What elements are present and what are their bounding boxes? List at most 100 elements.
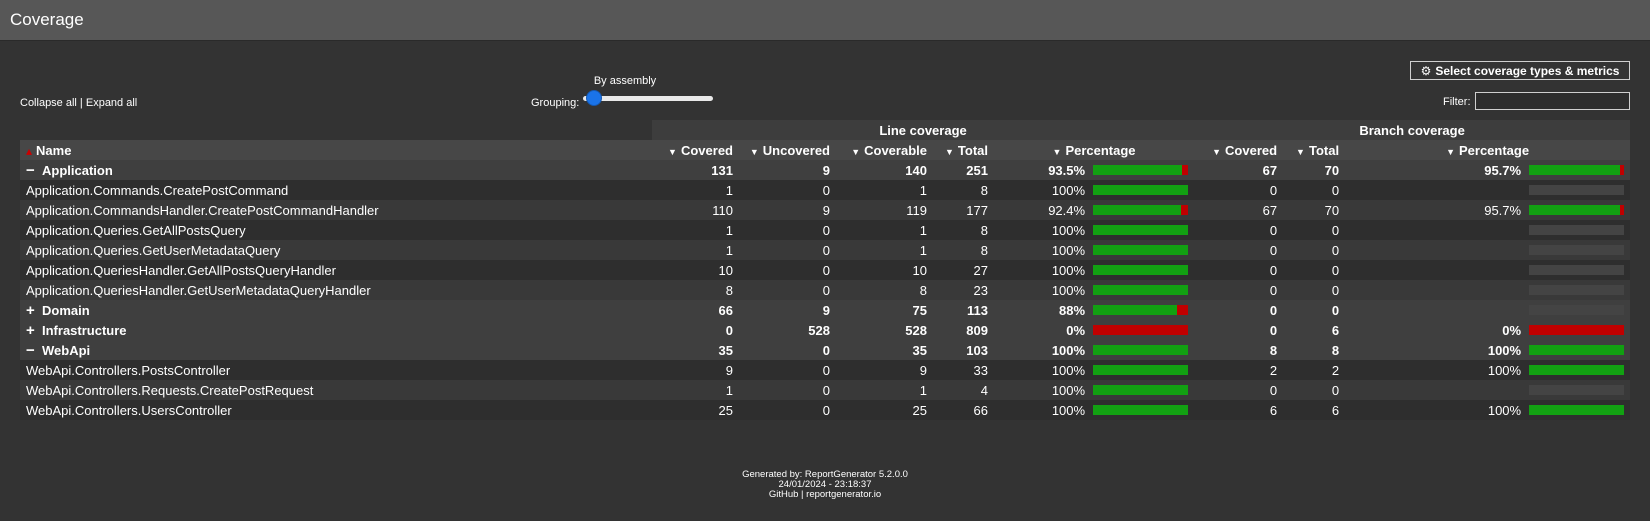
uncovered-cell: 528 [739,320,836,340]
assembly-row[interactable]: − WebApi 35 0 35 103 100% 8 8 100% [20,340,1631,360]
sort-down-icon: ▼ [668,146,677,157]
sort-down-icon: ▼ [1212,146,1222,157]
covered-cell: 131 [652,160,739,180]
branch-percentage-text: 95.7% [1484,202,1522,218]
branch-total-cell: 70 [1283,200,1346,220]
class-row: WebApi.Controllers.Requests.CreatePostRe… [20,380,1631,400]
sort-uncovered-header[interactable]: ▼ Uncovered [739,140,836,160]
branch-total-cell: 6 [1283,320,1346,340]
slider-thumb[interactable] [586,90,602,106]
branch-percentage-cell: 100% [1345,360,1631,380]
coverage-bar [1093,365,1189,375]
covered-cell: 9 [652,360,739,380]
branch-covered-cell: 0 [1194,380,1284,400]
branch-total-cell: 0 [1283,380,1346,400]
coverable-cell: 8 [836,280,933,300]
line-percentage-cell: 88% [994,300,1195,320]
assembly-row[interactable]: − Application 131 9 140 251 93.5% 67 70 95.7% [20,160,1631,180]
select-coverage-types-button[interactable]: ⚙ Select coverage types & metrics [1410,61,1630,80]
branch-percentage-text: 95.7% [1484,162,1522,178]
branch-percentage-text: 0% [1502,322,1522,338]
coverage-bar [1529,285,1625,295]
line-percentage-cell: 100% [994,220,1195,240]
branch-percentage-cell [1345,240,1631,260]
branch-percentage-cell [1345,220,1631,240]
coverable-cell: 140 [836,160,933,180]
assembly-row[interactable]: + Infrastructure 0 528 528 809 0% 0 6 0% [20,320,1631,340]
branch-total-cell: 0 [1283,240,1346,260]
branch-total-cell: 6 [1283,400,1346,420]
page-header: Coverage [0,0,1650,41]
coverage-bar [1529,225,1625,235]
total-cell: 66 [933,400,994,420]
filter-label: Filter: [1443,96,1471,108]
name-cell[interactable]: + Infrastructure [20,320,652,340]
branch-percentage-cell [1345,380,1631,400]
collapse-expand-links: Collapse all | Expand all [20,97,137,109]
line-percentage-cell: 100% [994,380,1195,400]
sort-down-icon: ▼ [749,146,759,157]
uncovered-cell: 0 [739,360,836,380]
name-cell: Application.Commands.CreatePostCommand [20,180,652,200]
page-title: Coverage [10,10,84,29]
covered-cell: 10 [652,260,739,280]
name-cell[interactable]: + Domain [20,300,652,320]
grouping-slider[interactable] [583,90,713,106]
footer-links: GitHub | reportgenerator.io [0,490,1650,500]
link-separator: | [76,97,86,109]
reportgenerator-link[interactable]: reportgenerator.io [806,489,881,500]
branch-total-cell: 0 [1283,220,1346,240]
collapse-all-link[interactable]: Collapse all [20,97,77,109]
expand-all-link[interactable]: Expand all [86,97,137,109]
line-percentage-cell: 100% [994,180,1195,200]
coverage-table: Line coverage Branch coverage ▴ Name ▼ Cov… [20,120,1631,420]
expand-icon[interactable]: + [26,322,42,339]
gear-icon: ⚙ [1420,63,1432,78]
line-percentage-cell: 100% [994,360,1195,380]
sort-name-header[interactable]: ▴ Name [20,140,652,160]
class-row: Application.Queries.GetAllPostsQuery 1 0 1 8… [20,220,1631,240]
sort-branch-covered-header[interactable]: ▼ Covered [1194,140,1284,160]
assembly-name[interactable]: WebApi [42,343,90,358]
sort-coverable-header[interactable]: ▼ Coverable [836,140,933,160]
uncovered-cell: 9 [739,300,836,320]
sort-covered-header[interactable]: ▼ Covered [652,140,739,160]
covered-cell: 25 [652,400,739,420]
sort-percentage-header[interactable]: ▼ Percentage [994,140,1195,160]
name-cell: Application.QueriesHandler.GetAllPostsQu… [20,260,652,280]
branch-covered-cell: 0 [1194,180,1284,200]
branch-total-cell: 0 [1283,180,1346,200]
sort-down-icon: ▼ [851,146,861,157]
assembly-row[interactable]: + Domain 66 9 75 113 88% 0 0 [20,300,1631,320]
class-name: Application.Commands.CreatePostCommand [26,182,289,198]
branch-total-cell: 70 [1283,160,1346,180]
branch-covered-cell: 0 [1194,280,1284,300]
total-cell: 4 [933,380,994,400]
collapse-icon[interactable]: − [26,342,42,359]
sort-branch-percentage-header[interactable]: ▼ Percentage [1345,140,1631,160]
assembly-name[interactable]: Application [42,163,113,178]
sort-branch-total-header[interactable]: ▼ Total [1283,140,1346,160]
uncovered-cell: 0 [739,380,836,400]
branch-percentage-cell [1345,280,1631,300]
sort-total-header[interactable]: ▼ Total [933,140,994,160]
coverage-bar [1093,405,1189,415]
branch-total-cell: 0 [1283,280,1346,300]
sort-down-icon: ▼ [1296,146,1305,157]
branch-percentage-text: 100% [1487,402,1522,418]
github-link[interactable]: GitHub [769,489,799,500]
assembly-name[interactable]: Infrastructure [42,323,127,338]
filter-input[interactable] [1475,92,1630,110]
name-cell[interactable]: − WebApi [20,340,652,360]
collapse-icon[interactable]: − [26,162,42,179]
coverage-bar [1093,205,1189,215]
expand-icon[interactable]: + [26,302,42,319]
assembly-name[interactable]: Domain [42,303,90,318]
class-row: Application.Queries.GetUserMetadataQuery… [20,240,1631,260]
branch-percentage-text: 100% [1487,362,1522,378]
name-cell[interactable]: − Application [20,160,652,180]
total-cell: 103 [933,340,994,360]
coverage-bar [1093,265,1189,275]
coverage-bar [1093,385,1189,395]
coverable-cell: 1 [836,240,933,260]
